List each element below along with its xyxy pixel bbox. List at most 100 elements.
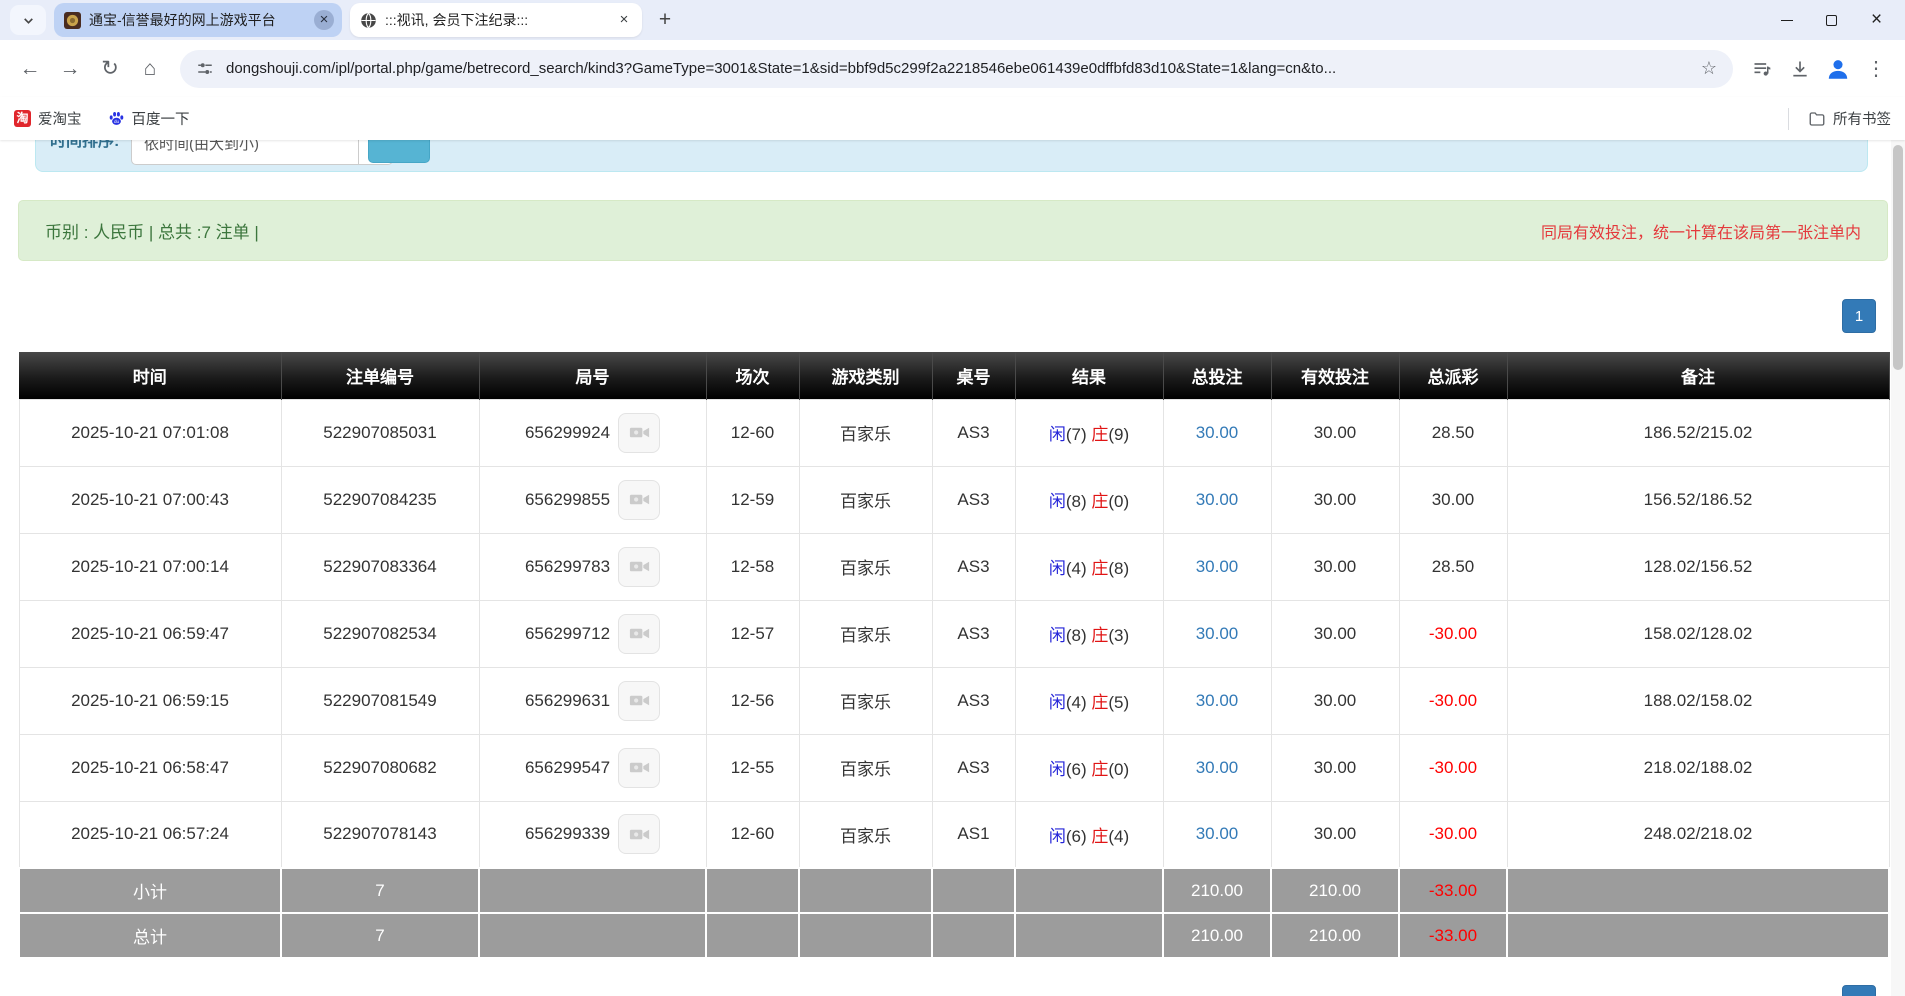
browser-toolbar: ← → ↻ ⌂ dongshouji.com/ipl/portal.php/ga… xyxy=(0,40,1905,97)
video-icon xyxy=(628,488,651,511)
close-tab-icon[interactable]: × xyxy=(614,10,634,30)
cell-total-bet: 30.00 xyxy=(1163,734,1271,801)
cell-time: 2025-10-21 06:59:47 xyxy=(19,600,281,667)
footer-cell: -33.00 xyxy=(1399,913,1507,958)
home-icon[interactable]: ⌂ xyxy=(130,49,170,89)
cell-bet-id: 522907081549 xyxy=(281,667,479,734)
result-banker-label: 庄 xyxy=(1091,693,1108,712)
tab-tongbao[interactable]: 通宝-信誉最好的网上游戏平台 × xyxy=(54,3,342,37)
result-player-label: 闲 xyxy=(1049,626,1066,645)
subtotal-row: 小计7210.00210.00-33.00 xyxy=(19,868,1889,913)
page-1-button[interactable]: 1 xyxy=(1842,299,1876,333)
result-banker-label: 庄 xyxy=(1091,425,1108,444)
round-number: 656299924 xyxy=(525,423,610,442)
result-player-label: 闲 xyxy=(1049,760,1066,779)
cell-payout: -30.00 xyxy=(1399,801,1507,868)
table-footer: 小计7210.00210.00-33.00总计7210.00210.00-33.… xyxy=(19,868,1889,958)
cell-payout: -30.00 xyxy=(1399,600,1507,667)
tab-betrecord[interactable]: :::视讯, 会员下注纪录::: × xyxy=(350,3,642,37)
refresh-icon[interactable]: ↻ xyxy=(90,49,130,89)
result-banker-score: (5) xyxy=(1108,693,1129,712)
maximize-button[interactable] xyxy=(1809,0,1854,40)
result-player-score: (7) xyxy=(1066,425,1087,444)
browser-menu-icon[interactable]: ⋮ xyxy=(1857,50,1895,88)
video-icon xyxy=(628,756,651,779)
sort-select[interactable]: 依时间(由大到小) ▼ xyxy=(131,140,393,165)
result-player-label: 闲 xyxy=(1049,492,1066,511)
result-player-label: 闲 xyxy=(1049,827,1066,846)
close-window-button[interactable]: × xyxy=(1854,0,1899,40)
minimize-button[interactable] xyxy=(1764,0,1809,40)
address-bar[interactable]: dongshouji.com/ipl/portal.php/game/betre… xyxy=(180,50,1733,88)
total-bet-link[interactable]: 30.00 xyxy=(1196,691,1239,710)
cell-result: 闲(4) 庄(5) xyxy=(1015,667,1163,734)
total-bet-link[interactable]: 30.00 xyxy=(1196,758,1239,777)
total-bet-link[interactable]: 30.00 xyxy=(1196,824,1239,843)
bookmark-star-icon[interactable]: ☆ xyxy=(1701,58,1717,79)
footer-cell xyxy=(479,868,706,913)
cell-note: 128.02/156.52 xyxy=(1507,533,1889,600)
result-player-score: (4) xyxy=(1066,559,1087,578)
video-replay-button[interactable] xyxy=(618,681,660,721)
footer-cell: 小计 xyxy=(19,868,281,913)
svg-text:du: du xyxy=(113,119,119,124)
cell-session: 12-60 xyxy=(706,399,799,466)
total-bet-link[interactable]: 30.00 xyxy=(1196,557,1239,576)
footer-cell xyxy=(1507,913,1889,958)
cell-total-bet: 30.00 xyxy=(1163,801,1271,868)
downloads-icon[interactable] xyxy=(1781,50,1819,88)
back-icon[interactable]: ← xyxy=(10,49,50,89)
media-controls-icon[interactable] xyxy=(1743,50,1781,88)
divider xyxy=(1788,108,1789,130)
video-replay-button[interactable] xyxy=(618,814,660,854)
round-number: 656299712 xyxy=(525,624,610,643)
cell-payout: -30.00 xyxy=(1399,667,1507,734)
column-header: 总投注 xyxy=(1163,352,1271,399)
column-header: 时间 xyxy=(19,352,281,399)
result-player-score: (6) xyxy=(1066,760,1087,779)
bookmark-taobao[interactable]: 淘 爱淘宝 xyxy=(14,108,82,129)
all-bookmarks-button[interactable]: 所有书签 xyxy=(1808,108,1891,129)
cell-valid-bet: 30.00 xyxy=(1271,399,1399,466)
total-bet-link[interactable]: 30.00 xyxy=(1196,423,1239,442)
video-replay-button[interactable] xyxy=(618,748,660,788)
result-banker-label: 庄 xyxy=(1091,827,1108,846)
cell-result: 闲(7) 庄(9) xyxy=(1015,399,1163,466)
video-replay-button[interactable] xyxy=(618,547,660,587)
total-bet-link[interactable]: 30.00 xyxy=(1196,490,1239,509)
table-row: 2025-10-21 07:00:43522907084235656299855… xyxy=(19,466,1889,533)
search-button[interactable] xyxy=(368,140,430,163)
scrollbar-thumb[interactable] xyxy=(1893,145,1903,370)
video-replay-button[interactable] xyxy=(618,413,660,453)
cell-result: 闲(8) 庄(3) xyxy=(1015,600,1163,667)
result-player-score: (8) xyxy=(1066,492,1087,511)
cell-round: 656299339 xyxy=(479,801,706,868)
scrollbar[interactable] xyxy=(1891,140,1905,996)
column-header: 总派彩 xyxy=(1399,352,1507,399)
table-row: 2025-10-21 06:59:47522907082534656299712… xyxy=(19,600,1889,667)
new-tab-button[interactable]: + xyxy=(650,5,680,35)
cell-time: 2025-10-21 07:00:14 xyxy=(19,533,281,600)
forward-icon[interactable]: → xyxy=(50,49,90,89)
result-player-label: 闲 xyxy=(1049,559,1066,578)
cell-note: 156.52/186.52 xyxy=(1507,466,1889,533)
sort-label: 时间排序: xyxy=(50,140,119,151)
result-player-score: (4) xyxy=(1066,693,1087,712)
video-replay-button[interactable] xyxy=(618,480,660,520)
bookmark-baidu[interactable]: du 百度一下 xyxy=(108,108,190,129)
footer-cell: 7 xyxy=(281,913,479,958)
video-replay-button[interactable] xyxy=(618,614,660,654)
footer-cell: 总计 xyxy=(19,913,281,958)
tab-search-button[interactable] xyxy=(10,5,46,35)
cell-game-type: 百家乐 xyxy=(799,667,932,734)
cell-round: 656299547 xyxy=(479,734,706,801)
cell-table-no: AS3 xyxy=(932,600,1015,667)
tab-title: :::视讯, 会员下注纪录::: xyxy=(385,10,606,30)
profile-avatar[interactable] xyxy=(1819,50,1857,88)
bottom-page-button[interactable] xyxy=(1842,985,1876,996)
table-header-row: 时间注单编号局号场次游戏类别桌号结果总投注有效投注总派彩备注 xyxy=(19,352,1889,399)
cell-round: 656299631 xyxy=(479,667,706,734)
close-tab-icon[interactable]: × xyxy=(314,10,334,30)
result-banker-label: 庄 xyxy=(1091,760,1108,779)
total-bet-link[interactable]: 30.00 xyxy=(1196,624,1239,643)
